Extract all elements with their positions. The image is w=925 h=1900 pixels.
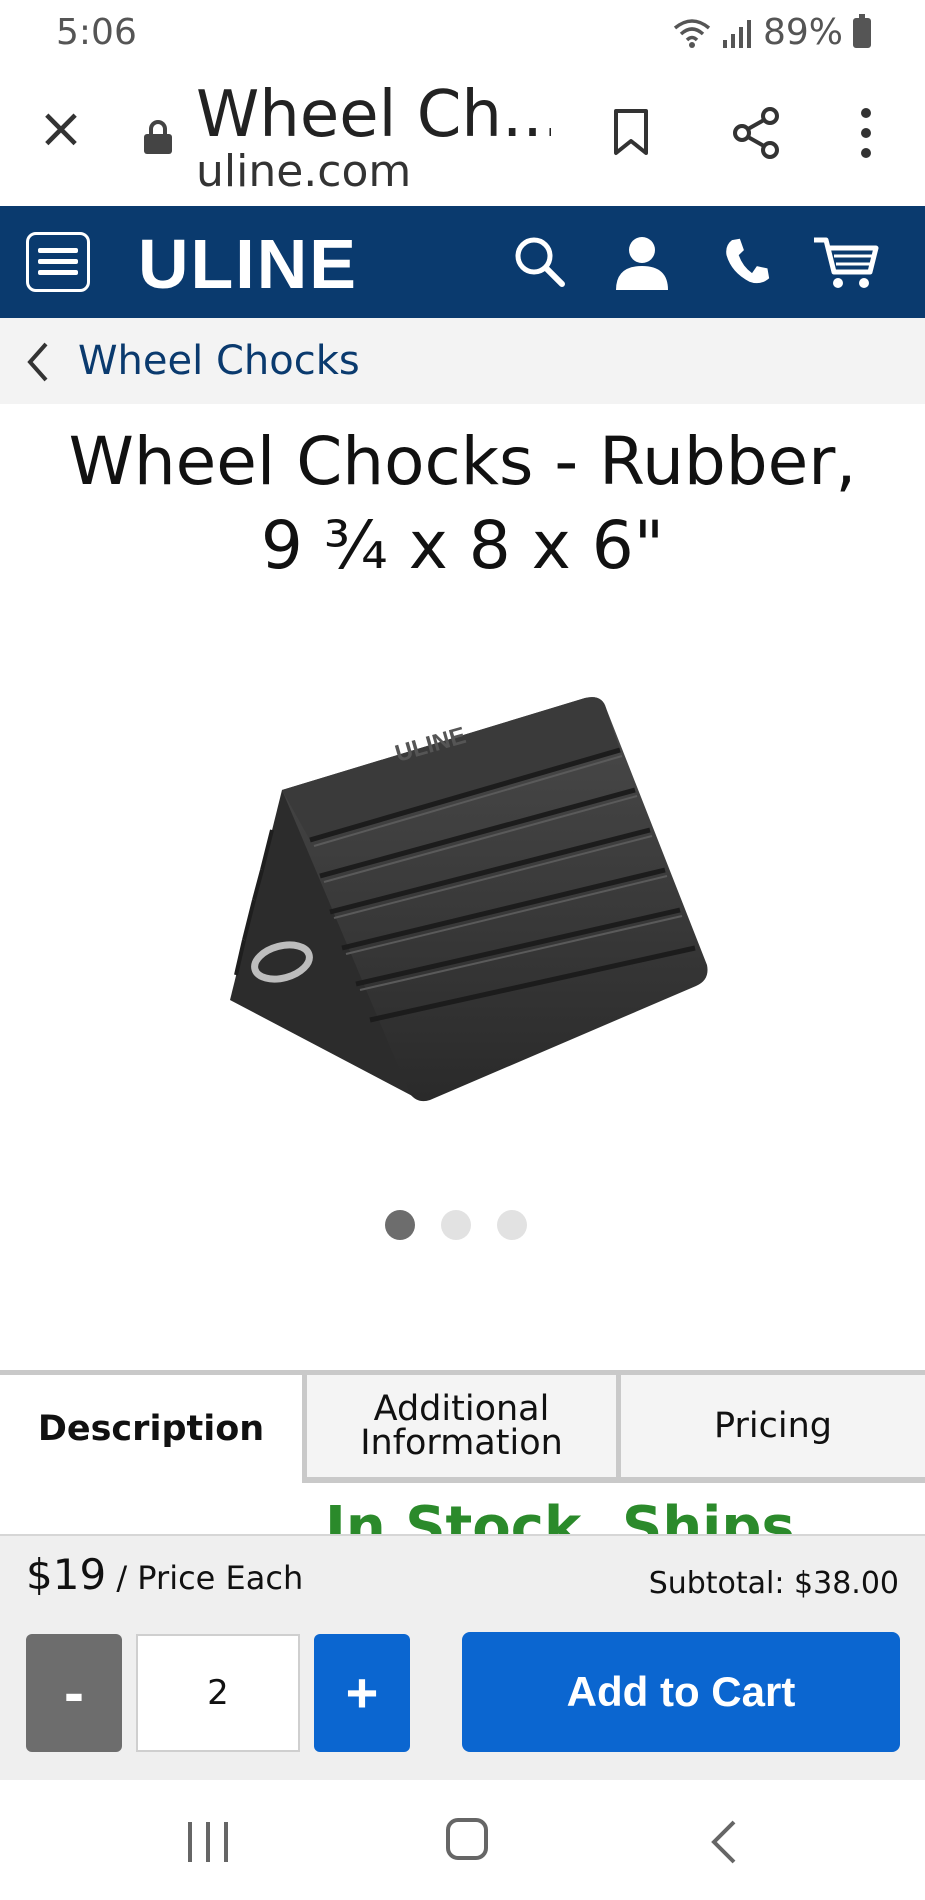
tab-pricing-label: Pricing bbox=[714, 1406, 832, 1446]
uline-logo[interactable]: ULINE bbox=[138, 224, 358, 304]
site-header: ULINE bbox=[0, 206, 925, 318]
carousel-dot-1[interactable] bbox=[385, 1210, 415, 1240]
tab-description-label: Description bbox=[37, 1409, 265, 1449]
tab-additional-line2: Information bbox=[360, 1423, 563, 1463]
product-title-line2: 9 ¾ x 8 x 6" bbox=[260, 507, 665, 584]
battery-icon bbox=[853, 13, 871, 48]
carousel-dots bbox=[385, 1210, 527, 1240]
quantity-decrement-button[interactable]: - bbox=[26, 1634, 122, 1752]
home-icon[interactable] bbox=[446, 1818, 488, 1860]
more-vert-icon[interactable] bbox=[856, 108, 876, 162]
cart-icon[interactable] bbox=[812, 232, 882, 292]
menu-icon[interactable] bbox=[26, 232, 90, 292]
search-icon[interactable] bbox=[510, 232, 570, 292]
product-tabs: Description Additional Information Prici… bbox=[0, 1370, 925, 1483]
recent-apps-icon[interactable] bbox=[188, 1822, 228, 1862]
price: $19 / Price Each bbox=[26, 1550, 303, 1599]
close-icon[interactable]: × bbox=[36, 101, 86, 157]
chevron-left-icon bbox=[27, 342, 48, 382]
status-bar: 5:06 89% bbox=[0, 0, 925, 64]
share-icon[interactable] bbox=[730, 106, 782, 160]
tab-description[interactable]: Description bbox=[0, 1375, 302, 1483]
breadcrumb-label[interactable]: Wheel Chocks bbox=[78, 338, 360, 384]
account-icon[interactable] bbox=[612, 232, 672, 292]
quantity-increment-button[interactable]: + bbox=[314, 1634, 410, 1752]
add-to-cart-button[interactable]: Add to Cart bbox=[462, 1632, 900, 1752]
wifi-icon bbox=[673, 18, 711, 48]
quantity-input[interactable]: 2 bbox=[136, 1634, 300, 1752]
status-time: 5:06 bbox=[56, 12, 137, 53]
tab-additional-information-label: Additional Information bbox=[360, 1389, 563, 1463]
carousel-dot-3[interactable] bbox=[497, 1210, 527, 1240]
phone-icon[interactable] bbox=[716, 232, 776, 292]
product-title-line1: Wheel Chocks - Rubber, bbox=[68, 423, 857, 500]
stock-status: In Stock, Ships Today bbox=[325, 1500, 925, 1534]
breadcrumb[interactable]: Wheel Chocks bbox=[0, 318, 925, 404]
product-title: Wheel Chocks - Rubber, 9 ¾ x 8 x 6" bbox=[0, 420, 925, 588]
price-unit: / Price Each bbox=[106, 1559, 304, 1597]
bookmark-icon[interactable] bbox=[612, 108, 650, 156]
signal-icon bbox=[722, 19, 751, 48]
tab-additional-information[interactable]: Additional Information bbox=[302, 1375, 616, 1483]
tab-additional-line1: Additional bbox=[373, 1389, 550, 1429]
lock-icon[interactable] bbox=[144, 120, 172, 154]
product-image[interactable]: ULINE bbox=[210, 690, 720, 1110]
back-icon[interactable] bbox=[706, 1818, 742, 1866]
tab-pricing[interactable]: Pricing bbox=[616, 1375, 925, 1483]
page-url: uline.com bbox=[196, 146, 412, 197]
stock-status-text: In Stock, Ships Today bbox=[325, 1500, 795, 1534]
status-indicators: 89% bbox=[673, 12, 871, 53]
subtotal: Subtotal: $38.00 bbox=[648, 1566, 899, 1601]
add-to-cart-bar: $19 / Price Each Subtotal: $38.00 - 2 + … bbox=[0, 1534, 925, 1780]
page-title: Wheel Ch... bbox=[196, 78, 551, 152]
browser-toolbar: × Wheel Ch... uline.com bbox=[0, 64, 925, 206]
price-value: $19 bbox=[26, 1550, 107, 1599]
system-nav-bar bbox=[0, 1780, 925, 1900]
carousel-dot-2[interactable] bbox=[441, 1210, 471, 1240]
battery-percent: 89% bbox=[762, 12, 843, 53]
